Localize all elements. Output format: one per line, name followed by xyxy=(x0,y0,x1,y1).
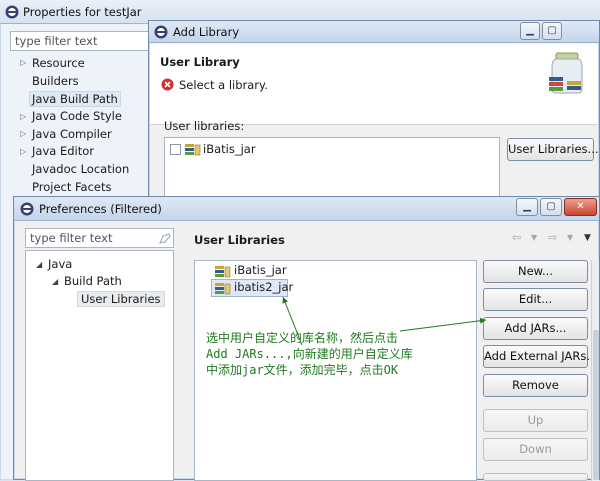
annotation-arrows xyxy=(282,296,487,346)
annotation-line-3: 中添加jar文件，添加完毕，点击OK xyxy=(206,363,399,377)
annotation-text: 选中用户自定义的库名称，然后点击 Add JARs...,向新建的用户自定义库 … xyxy=(206,330,413,378)
annotation-line-1: 选中用户自定义的库名称，然后点击 xyxy=(206,331,399,345)
annotation-arrow-to-add-jars xyxy=(399,317,487,332)
annotation-line-2: Add JARs...,向新建的用户自定义库 xyxy=(206,347,413,361)
